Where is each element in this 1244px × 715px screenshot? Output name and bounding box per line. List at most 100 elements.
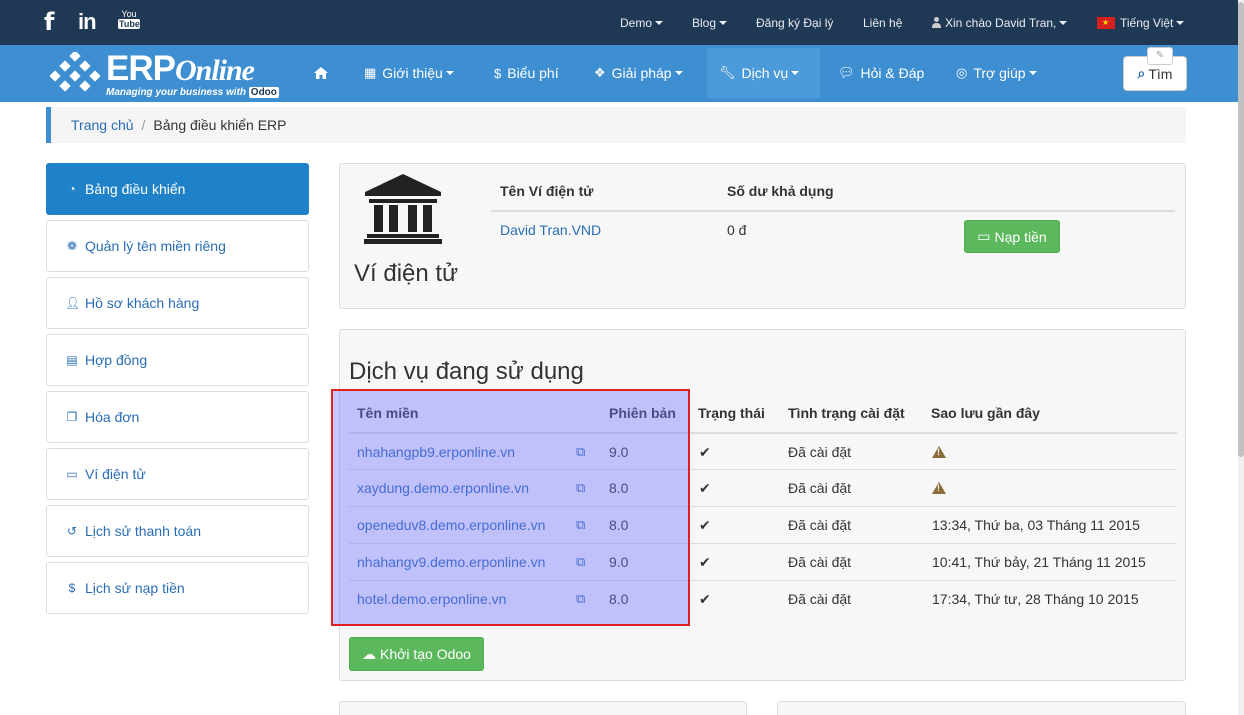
check-icon: ✔ bbox=[699, 591, 711, 607]
check-icon: ✔ bbox=[699, 554, 711, 570]
domain-link[interactable]: nhahangv9.demo.erponline.vn bbox=[357, 554, 545, 570]
pencil-icon[interactable]: ✎ bbox=[1147, 47, 1173, 65]
chevron-down-icon bbox=[1028, 71, 1037, 75]
sidebar-item-wallet[interactable]: ▭ Ví điện tử bbox=[46, 448, 309, 500]
search-label: Tìm bbox=[1148, 65, 1173, 82]
sidebar-item-topup-history[interactable]: $ Lịch sử nạp tiền bbox=[46, 562, 309, 614]
version-value: 8.0 bbox=[609, 591, 629, 607]
dashboard-icon: ◔ bbox=[68, 182, 76, 196]
topnav-demo-label: Demo bbox=[620, 15, 653, 30]
logo-tagline: Managing your business with Odoo bbox=[106, 87, 279, 98]
domain-link[interactable]: openeduv8.demo.erponline.vn bbox=[357, 517, 545, 533]
paw-icon: ❁ bbox=[66, 239, 78, 253]
domain-link[interactable]: nhahangpb9.erponline.vn bbox=[357, 444, 515, 460]
facebook-icon[interactable]: f bbox=[44, 8, 54, 36]
version-value: 8.0 bbox=[609, 480, 629, 496]
services-title: Dịch vụ đang sử dụng bbox=[349, 358, 584, 385]
logo-wordmark: ERPOnline bbox=[106, 49, 255, 88]
install-status: Đã cài đặt bbox=[788, 591, 852, 607]
col-version: Phiên bản bbox=[609, 405, 676, 421]
col-backup: Sao lưu gần đây bbox=[931, 405, 1040, 421]
external-link-icon[interactable]: ⧉ bbox=[576, 517, 585, 533]
external-link-icon[interactable]: ⧉ bbox=[576, 444, 585, 460]
sidebar-item-profile[interactable]: 👤︎ Hồ sơ khách hàng bbox=[46, 277, 309, 329]
chevron-down-icon bbox=[791, 71, 800, 75]
user-icon bbox=[932, 17, 941, 28]
check-icon: ✔ bbox=[699, 517, 711, 533]
breadcrumb-home[interactable]: Trang chủ bbox=[71, 117, 134, 133]
linkedin-icon[interactable]: in bbox=[78, 8, 97, 36]
home-icon bbox=[314, 67, 328, 79]
topnav-blog[interactable]: Blog bbox=[692, 0, 728, 45]
external-link-icon[interactable]: ⧉ bbox=[576, 554, 585, 570]
scrollbar-thumb[interactable] bbox=[1238, 2, 1244, 457]
topup-label: Nạp tiền bbox=[994, 228, 1047, 245]
backup-time: 10:41, Thứ bảy, 21 Tháng 11 2015 bbox=[932, 554, 1146, 570]
search-icon: ⌕ bbox=[1137, 65, 1146, 81]
topnav-contact[interactable]: Liên hệ bbox=[863, 0, 902, 45]
nav-help[interactable]: ◎ Trợ giúp bbox=[944, 48, 1049, 98]
nav-qa[interactable]: 💬︎ Hỏi & Đáp bbox=[826, 48, 936, 98]
external-link-icon[interactable]: ⧉ bbox=[576, 480, 585, 496]
nav-services[interactable]: 🔧︎ Dịch vụ bbox=[707, 48, 820, 98]
create-odoo-button[interactable]: ☁ Khởi tạo Odoo bbox=[349, 637, 484, 671]
nav-intro[interactable]: ▦ Giới thiệu bbox=[352, 48, 466, 98]
col-status: Trạng thái bbox=[698, 405, 765, 421]
domain-link[interactable]: xaydung.demo.erponline.vn bbox=[357, 480, 529, 496]
check-icon: ✔ bbox=[699, 444, 711, 460]
topnav-language[interactable]: Tiếng Việt bbox=[1097, 0, 1185, 45]
sidebar-item-label: Quản lý tên miền riêng bbox=[85, 238, 226, 254]
sidebar-item-dashboard[interactable]: ◔ Bảng điều khiển bbox=[46, 163, 309, 215]
youtube-text-bottom: Tube bbox=[118, 19, 140, 29]
wallet-col-balance: Số dư khả dụng bbox=[727, 183, 834, 199]
erponline-logo[interactable]: ERPOnline Managing your business with Od… bbox=[50, 48, 310, 100]
dollar-icon: $ bbox=[494, 65, 502, 81]
logo-diamonds-icon bbox=[50, 52, 100, 92]
table-row: openeduv8.demo.erponline.vn ⧉ 8.0 ✔ Đã c… bbox=[349, 506, 1177, 543]
youtube-icon[interactable]: You Tube bbox=[118, 9, 140, 37]
dollar-icon: $ bbox=[68, 581, 76, 595]
logo-erp: ERP bbox=[106, 49, 176, 88]
topnav-agent-label: Đăng ký Đại lý bbox=[756, 15, 834, 30]
install-status: Đã cài đặt bbox=[788, 554, 852, 570]
bottom-panel-right bbox=[777, 701, 1186, 715]
sidebar-item-domains[interactable]: ❁ Quản lý tên miền riêng bbox=[46, 220, 309, 272]
col-domain: Tên miền bbox=[357, 405, 419, 421]
topup-button[interactable]: ▭ Nạp tiền bbox=[964, 220, 1060, 253]
wallet-header-divider bbox=[491, 210, 1175, 212]
sidebar-item-label: Lịch sử nạp tiền bbox=[85, 580, 185, 596]
logo-tagline-text: Managing your business with bbox=[106, 87, 247, 98]
domain-link[interactable]: hotel.demo.erponline.vn bbox=[357, 591, 506, 607]
table-row: hotel.demo.erponline.vn ⧉ 8.0 ✔ Đã cài đ… bbox=[349, 580, 1177, 617]
breadcrumb: Trang chủ / Bảng điều khiển ERP bbox=[46, 107, 1186, 143]
user-icon: 👤︎ bbox=[65, 296, 81, 310]
sidebar-item-invoices[interactable]: ❐ Hóa đơn bbox=[46, 391, 309, 443]
sidebar-item-payment-history[interactable]: ↺ Lịch sử thanh toán bbox=[46, 505, 309, 557]
logo-online: Online bbox=[174, 54, 255, 87]
check-icon: ✔ bbox=[699, 480, 711, 496]
sidebar-item-label: Hóa đơn bbox=[85, 409, 140, 425]
topnav-agent[interactable]: Đăng ký Đại lý bbox=[756, 0, 833, 45]
nav-home[interactable] bbox=[302, 48, 340, 98]
wallet-name-link[interactable]: David Tran.VND bbox=[500, 222, 601, 238]
install-status: Đã cài đặt bbox=[788, 517, 852, 533]
page-scrollbar[interactable] bbox=[1238, 0, 1244, 715]
nav-intro-label: Giới thiệu bbox=[382, 65, 443, 81]
topnav-demo[interactable]: Demo bbox=[620, 0, 664, 45]
wallet-panel: Ví điện tử Tên Ví điện tử Số dư khả dụng… bbox=[339, 163, 1186, 309]
nav-qa-label: Hỏi & Đáp bbox=[860, 65, 925, 81]
warning-icon bbox=[932, 480, 946, 496]
nav-pricing[interactable]: $ Biểu phí bbox=[482, 48, 571, 98]
nav-solutions[interactable]: ❖ Giải pháp bbox=[582, 48, 695, 98]
sidebar-item-contracts[interactable]: ▤ Hợp đồng bbox=[46, 334, 309, 386]
grid-icon: ▦ bbox=[364, 65, 377, 80]
youtube-text-top: You bbox=[121, 9, 137, 19]
chevron-down-icon bbox=[655, 20, 664, 25]
nav-services-label: Dịch vụ bbox=[741, 65, 789, 81]
backup-time: 17:34, Thứ tư, 28 Tháng 10 2015 bbox=[932, 591, 1139, 607]
sidebar-item-label: Hợp đồng bbox=[85, 352, 148, 368]
external-link-icon[interactable]: ⧉ bbox=[576, 591, 585, 607]
wallet-balance: 0 đ bbox=[727, 222, 747, 238]
credit-card-icon: ▭ bbox=[66, 467, 78, 481]
topnav-user-menu[interactable]: Xin chào David Tran, bbox=[932, 0, 1068, 45]
